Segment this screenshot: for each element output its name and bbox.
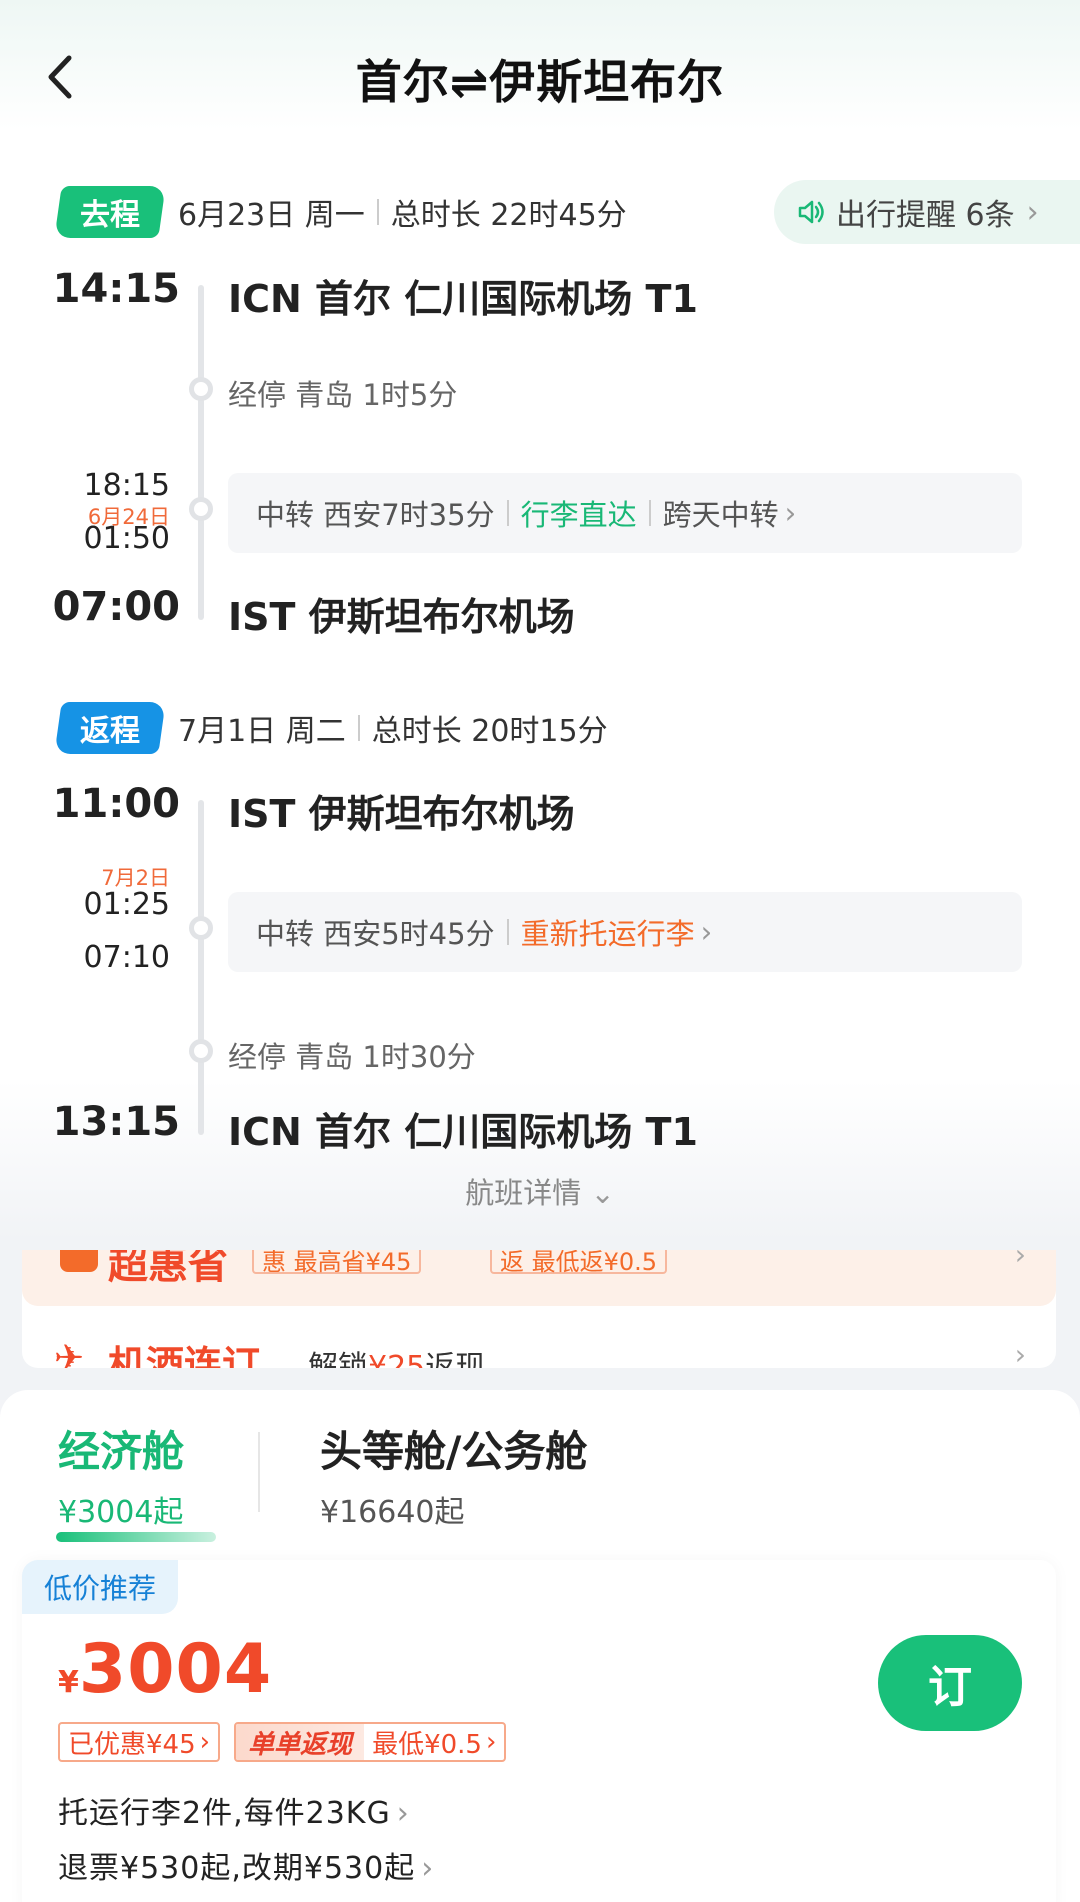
baggage-info[interactable]: 托运行李2件,每件23KG › [58, 1788, 410, 1832]
return-transfer-info[interactable]: 中转 西安5时45分 重新托运行李 › [228, 892, 1022, 972]
refund-change-info[interactable]: 退票¥530起,改期¥530起 › [58, 1843, 434, 1887]
timeline-line [198, 800, 204, 1135]
fare-card: 低价推荐 ¥3004 已优惠¥45 › 单单返现 最低¥0.5 › 托运行李2件,… [22, 1560, 1056, 1902]
low-price-tag: 低价推荐 [22, 1560, 179, 1614]
chevron-down-icon: ⌄ [590, 1176, 615, 1210]
outbound-tag: 去程 [54, 186, 166, 238]
cabin-name: 经济舱 [58, 1427, 185, 1476]
divider [506, 919, 509, 945]
recheck-baggage-label: 重新托运行李 [520, 917, 695, 951]
reminder-label: 出行提醒 6条 [836, 198, 1015, 233]
outbound-duration: 总时长 22时45分 [390, 198, 627, 233]
divider [258, 1432, 260, 1512]
transfer-text: 中转 西安5时45分 [256, 917, 495, 951]
flight-detail-label: 航班详情 [465, 1176, 582, 1210]
outbound-transfer-depart-time: 01:50 [83, 521, 170, 556]
outbound-arrive-airport: IST 伊斯坦布尔机场 [228, 595, 575, 639]
baggage-through-label: 行李直达 [520, 498, 637, 532]
nav-bar: 首尔⇌伊斯坦布尔 [0, 0, 1080, 150]
outbound-transfer-arrive-time: 18:15 [83, 468, 170, 503]
cabin-price: ¥3004起 [58, 1495, 184, 1530]
chevron-right-icon: › [784, 496, 797, 530]
speaker-icon [798, 200, 824, 224]
divider [376, 199, 379, 225]
cabin-price: ¥16640起 [320, 1495, 465, 1530]
outbound-date: 6月23日 周一 [178, 198, 365, 233]
cashback-value: 最低¥0.5 › [372, 1727, 497, 1760]
flight-hotel-text: 解锁¥25返现 [308, 1350, 486, 1368]
timeline-dot [189, 497, 213, 521]
divider [357, 715, 360, 741]
return-arrive-time: 13:15 [52, 1099, 180, 1145]
tab-first-business[interactable]: 头等舱/公务舱 ¥16640起 [320, 1418, 587, 1531]
cashback-label: 单单返现 [236, 1724, 365, 1760]
timeline-dot [189, 377, 213, 401]
book-button[interactable]: 订 [878, 1635, 1022, 1731]
flight-hotel-icon: ✈ [54, 1338, 85, 1368]
super-save-logo: 超惠省 [108, 1250, 228, 1288]
flight-hotel-banner[interactable]: ✈ 机酒连订 解锁¥25返现 › [22, 1328, 1056, 1368]
chevron-right-icon: › [1014, 1338, 1026, 1368]
return-date: 7月1日 周二 [178, 714, 346, 749]
chevron-right-icon: › [199, 1727, 211, 1757]
tab-economy[interactable]: 经济舱 ¥3004起 [58, 1418, 184, 1531]
cabin-name: 头等舱/公务舱 [320, 1427, 588, 1476]
outbound-transfer-info[interactable]: 中转 西安7时35分 行李直达 跨天中转 › [228, 473, 1022, 553]
chevron-right-icon: › [700, 915, 713, 949]
transfer-type-label: 跨天中转 [662, 498, 779, 532]
chevron-right-icon: › [1014, 1250, 1026, 1271]
return-duration: 总时长 20时15分 [371, 714, 608, 749]
active-tab-indicator [56, 1532, 216, 1542]
promo-card: 超惠省 惠 最高省¥45 返 最低返¥0.5 › ✈ 机酒连订 解锁¥25返现 … [22, 1250, 1056, 1368]
flight-hotel-logo: 机酒连订 [108, 1343, 261, 1368]
return-transfer-arrive-time: 01:25 [83, 887, 170, 922]
page-title: 首尔⇌伊斯坦布尔 [355, 55, 725, 109]
discount-label: 已优惠¥45 [68, 1729, 196, 1760]
timeline-dot [189, 916, 213, 940]
discount-badge[interactable]: 已优惠¥45 › [58, 1722, 221, 1762]
timeline-dot [189, 1039, 213, 1063]
return-depart-time: 11:00 [52, 781, 180, 827]
return-transfer-depart-time: 07:10 [83, 940, 170, 975]
chevron-right-icon: › [485, 1727, 497, 1757]
return-depart-airport: IST 伊斯坦布尔机场 [228, 792, 575, 836]
outbound-depart-time: 14:15 [52, 266, 180, 312]
cashback-badge[interactable]: 单单返现 最低¥0.5 › [234, 1722, 507, 1762]
outbound-stop: 经停 青岛 1时5分 [228, 378, 458, 412]
max-save-pill: 惠 最高省¥45 [252, 1250, 422, 1276]
chevron-right-icon: › [1026, 194, 1039, 230]
return-header: 返程 7月1日 周二 总时长 20时15分 [54, 700, 608, 756]
chevron-right-icon: › [396, 1796, 410, 1831]
outbound-depart-airport: ICN 首尔 仁川国际机场 T1 [228, 277, 698, 321]
flight-detail-link[interactable]: 航班详情 ⌄ [0, 1170, 1080, 1212]
timeline-line [198, 285, 204, 620]
outbound-arrive-time: 07:00 [52, 584, 180, 630]
outbound-header: 去程 6月23日 周一 总时长 22时45分 [54, 184, 627, 240]
fare-price: ¥3004 [58, 1630, 272, 1709]
min-cashback-pill: 返 最低返¥0.5 [490, 1250, 668, 1276]
transfer-text: 中转 西安7时35分 [256, 498, 495, 532]
divider [648, 500, 651, 526]
price-value: 3004 [78, 1630, 273, 1709]
super-save-banner[interactable]: 超惠省 惠 最高省¥45 返 最低返¥0.5 › [22, 1250, 1056, 1306]
chevron-right-icon: › [421, 1851, 435, 1886]
divider [506, 500, 509, 526]
currency-symbol: ¥ [58, 1665, 79, 1700]
return-arrive-airport: ICN 首尔 仁川国际机场 T1 [228, 1110, 698, 1154]
discount-row: 已优惠¥45 › 单单返现 最低¥0.5 › [58, 1722, 507, 1762]
return-stop: 经停 青岛 1时30分 [228, 1040, 476, 1074]
travel-reminder-button[interactable]: 出行提醒 6条 › [774, 180, 1080, 244]
discount-icon [60, 1250, 98, 1272]
return-tag: 返程 [54, 702, 166, 754]
